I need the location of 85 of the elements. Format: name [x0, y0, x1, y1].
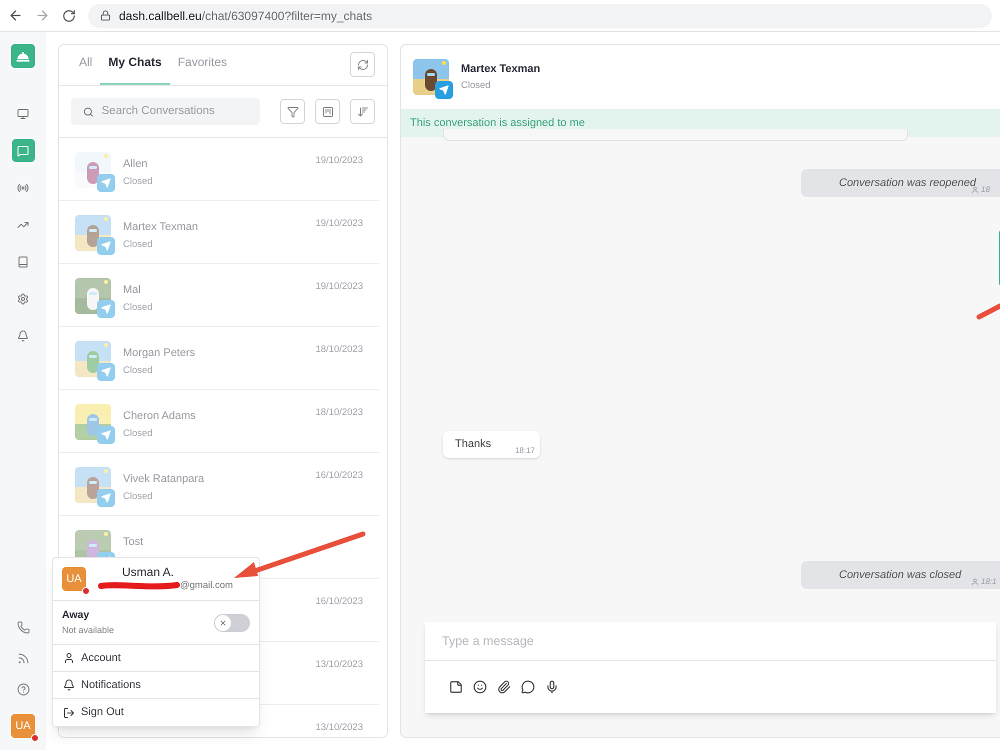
phone-icon[interactable] [16, 621, 30, 634]
chat-status: Closed [123, 238, 154, 252]
sign-out-icon [63, 706, 75, 718]
message-input[interactable]: Type a message [425, 622, 996, 661]
book-icon [17, 256, 29, 268]
chat-date: 18/10/2023 [315, 343, 363, 357]
chat-status: Closed [123, 300, 154, 314]
sort-icon [356, 106, 369, 118]
contact-name: Mal [123, 283, 142, 298]
lock-icon [100, 10, 111, 21]
bell-icon [17, 330, 29, 342]
search-icon [83, 106, 94, 118]
user-name: Usman A. [122, 564, 176, 579]
person-icon [63, 652, 75, 664]
forward-icon[interactable] [35, 8, 50, 23]
nav-button[interactable] [12, 139, 34, 162]
chat-date: 13/10/2023 [315, 721, 363, 735]
chat-status: Closed [123, 174, 154, 188]
reload-icon[interactable] [62, 8, 76, 22]
menu-item[interactable]: Notifications [53, 672, 259, 699]
rss-icon[interactable] [16, 652, 30, 665]
search-field[interactable]: Search Conversations [71, 98, 260, 125]
contact-status: Closed [461, 79, 492, 94]
refresh-icon [356, 58, 368, 70]
emoji-icon[interactable] [473, 680, 487, 694]
chat-status: Closed [123, 490, 154, 504]
away-toggle[interactable] [214, 614, 250, 632]
settings-icon [17, 292, 29, 304]
chat-date: 19/10/2023 [315, 217, 363, 231]
contact-name: Vivek Ratanpara [123, 472, 206, 487]
contact-name: Cheron Adams [123, 409, 197, 424]
telegram-icon [97, 426, 115, 444]
event-time: 18:1 [971, 576, 997, 588]
chat-status: Closed [123, 426, 154, 440]
attach-icon[interactable] [497, 680, 511, 694]
monitor-icon [17, 108, 29, 120]
sort-button[interactable] [350, 99, 376, 124]
menu-item[interactable]: Account [53, 645, 259, 672]
message-time: 18:17 [514, 445, 535, 457]
user-email: @gmail.com [180, 578, 233, 593]
status-description: Not available [62, 624, 116, 637]
telegram-icon [97, 174, 115, 192]
chat-date: 16/10/2023 [315, 595, 363, 609]
filter-button[interactable] [280, 99, 306, 124]
chat-date: 18/10/2023 [315, 406, 363, 420]
contact-name: Martex Texman [123, 220, 199, 235]
help-icon[interactable] [16, 683, 30, 696]
telegram-icon [97, 237, 115, 255]
board-button[interactable] [315, 99, 340, 124]
event-text: Conversation was closed [839, 568, 962, 583]
broadcast-icon [17, 182, 29, 194]
telegram-icon [97, 363, 115, 381]
logo-icon[interactable] [11, 44, 35, 68]
address-bar[interactable]: dash.callbell.eu/chat/63097400?filter=my_chats [88, 4, 992, 28]
chat-icon [17, 144, 29, 156]
url-text: dash.callbell.eu/chat/63097400?filter=my_chats [119, 8, 372, 24]
chat-date: 13/10/2023 [315, 658, 363, 672]
chat-filter-tab[interactable]: My Chats [100, 53, 170, 85]
back-icon[interactable] [8, 8, 23, 23]
search-input[interactable]: Search Conversations [102, 102, 248, 120]
event-text: Conversation was reopened [839, 176, 976, 191]
telegram-icon [97, 489, 115, 507]
message-text: Thanks [455, 437, 492, 452]
menu-item[interactable]: Sign Out [53, 699, 259, 726]
contact-name: Allen [123, 157, 148, 172]
microphone-icon[interactable] [545, 680, 559, 694]
board-icon [322, 106, 334, 118]
speech-bubble-icon[interactable] [521, 680, 535, 694]
message-composer[interactable]: Type a message [425, 622, 996, 713]
contact-name: Martex Texman [461, 62, 540, 77]
telegram-icon [435, 81, 453, 99]
contact-name: Morgan Peters [123, 346, 196, 361]
chat-date: 19/10/2023 [315, 280, 363, 294]
chat-status: Closed [123, 364, 154, 378]
chat-date: 19/10/2023 [315, 154, 363, 168]
person-icon [971, 578, 979, 586]
filter-icon [286, 106, 299, 118]
bell-icon [63, 679, 75, 691]
contact-name: Tost [123, 535, 144, 550]
status-label: Away [62, 608, 90, 623]
chat-date: 16/10/2023 [315, 469, 363, 483]
close-icon [219, 618, 227, 626]
note-icon[interactable] [449, 680, 463, 694]
refresh-button[interactable] [350, 52, 375, 77]
telegram-icon [97, 300, 115, 318]
